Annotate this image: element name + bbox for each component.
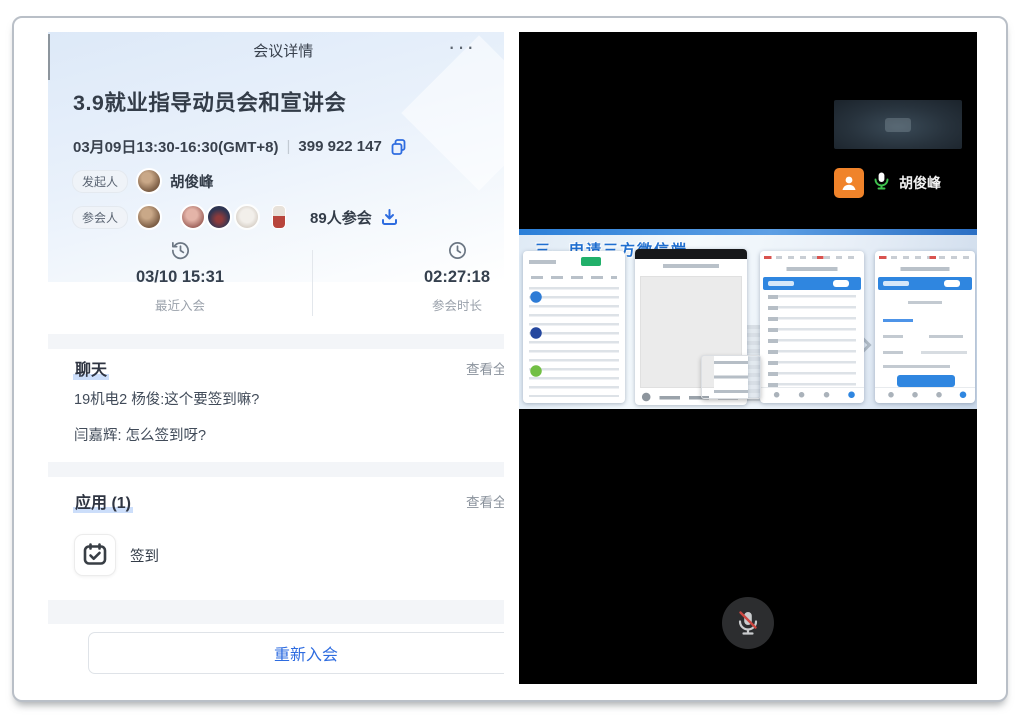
video-stage: 胡俊峰 三、申请三方微信端 xyxy=(519,32,977,684)
speaker-name-row: 胡俊峰 xyxy=(834,168,941,198)
phone-header-mock xyxy=(529,255,619,271)
stat-label: 最近入会 xyxy=(90,295,270,314)
divider: | xyxy=(287,138,291,155)
app-label: 签到 xyxy=(130,545,159,566)
participant-avatar xyxy=(272,205,286,229)
organizer-avatar xyxy=(136,168,162,194)
phone-tabbar-mock xyxy=(760,387,864,403)
meeting-title: 3.9就业指导动员会和宣讲会 xyxy=(73,86,493,117)
checkin-calendar-icon xyxy=(74,534,116,576)
participants-row[interactable]: 参会人 89人参会 xyxy=(72,204,399,230)
meeting-detail-panel: 会议详情 ··· 3.9就业指导动员会和宣讲会 03月09日13:30-16:3… xyxy=(48,32,504,684)
phone-tabs-mock xyxy=(531,275,617,281)
phone-form-mock xyxy=(883,295,967,387)
speaker-video-thumbnail[interactable] xyxy=(834,100,962,149)
shared-screen-slide: 三、申请三方微信端 xyxy=(519,229,977,409)
meeting-time-row: 03月09日13:30-16:30(GMT+8) | 399 922 147 xyxy=(73,136,408,157)
organizer-badge: 发起人 xyxy=(72,170,128,193)
phone-blue-button-mock xyxy=(897,375,955,387)
rejoin-button[interactable]: 重新入会 xyxy=(88,632,504,674)
speaker-avatar-icon xyxy=(834,168,864,198)
participant-avatar xyxy=(206,204,232,230)
mic-active-icon xyxy=(873,171,890,195)
phone-list-icons-mock xyxy=(529,289,543,399)
phone-statusbar-mock xyxy=(764,253,860,262)
phone-list-icons-mock xyxy=(768,295,778,391)
stat-duration: 02:27:18 参会时长 xyxy=(367,240,504,314)
phone-titlebar-mock xyxy=(887,265,963,273)
panel-header: 会议详情 ··· xyxy=(48,38,504,62)
phone-list-mock xyxy=(768,295,856,391)
slide-context-menu-mock xyxy=(701,355,761,399)
more-icon[interactable]: ··· xyxy=(448,34,476,60)
app-item-checkin[interactable]: 签到 xyxy=(74,534,159,576)
participants-badge: 参会人 xyxy=(72,206,128,229)
organizer-name: 胡俊峰 xyxy=(170,171,214,192)
screenshot-frame: 会议详情 ··· 3.9就业指导动员会和宣讲会 03月09日13:30-16:3… xyxy=(12,16,1008,702)
chat-view-all-link[interactable]: 查看全部 xyxy=(466,358,504,378)
slide-top-strip xyxy=(519,229,977,235)
section-separator xyxy=(48,334,504,349)
stat-value: 03/10 15:31 xyxy=(90,268,270,287)
stats-divider xyxy=(312,250,313,316)
footer-separator xyxy=(48,600,504,624)
clock-icon xyxy=(367,240,504,262)
page-title: 会议详情 xyxy=(253,40,313,61)
slide-phone-screenshot-1 xyxy=(523,251,625,403)
chat-message: 闫嘉辉: 怎么签到呀? xyxy=(74,424,206,445)
phone-blue-header-mock xyxy=(763,277,861,290)
participants-count: 89人参会 xyxy=(310,207,372,228)
phone-titlebar-mock xyxy=(772,265,852,273)
apps-section-title: 应用 (1) xyxy=(73,489,133,513)
download-icon[interactable] xyxy=(380,208,399,226)
organizer-row: 发起人 胡俊峰 xyxy=(72,168,214,194)
participant-avatar xyxy=(234,204,260,230)
section-separator xyxy=(48,462,504,477)
slide-phone-screenshot-3 xyxy=(760,251,864,403)
phone-tabbar-mock xyxy=(875,387,975,403)
history-clock-icon xyxy=(90,240,270,262)
chat-message: 19机电2 杨俊:这个要签到嘛? xyxy=(74,388,259,409)
meeting-stats: 03/10 15:31 最近入会 02:27:18 参会时长 xyxy=(48,240,504,332)
phone-list-mock xyxy=(529,287,619,397)
speaker-name: 胡俊峰 xyxy=(899,173,941,193)
phone-titlebar-mock xyxy=(647,262,735,270)
participant-avatar xyxy=(136,204,162,230)
copy-icon[interactable] xyxy=(390,138,408,156)
stat-last-joined: 03/10 15:31 最近入会 xyxy=(90,240,270,314)
slide-phone-screenshot-4 xyxy=(875,251,975,403)
phone-statusbar-mock xyxy=(635,249,747,259)
chat-section-title: 聊天 xyxy=(73,356,109,380)
meeting-time: 03月09日13:30-16:30(GMT+8) xyxy=(73,136,279,157)
apps-view-all-link[interactable]: 查看全部 xyxy=(466,491,504,511)
phone-green-button-mock xyxy=(581,257,601,266)
microphone-muted-button[interactable] xyxy=(722,597,774,649)
phone-blue-header-mock xyxy=(878,277,972,290)
participant-avatar xyxy=(180,204,206,230)
meeting-id: 399 922 147 xyxy=(298,138,381,155)
phone-statusbar-mock xyxy=(879,253,971,262)
stat-label: 参会时长 xyxy=(367,295,504,314)
stat-value: 02:27:18 xyxy=(367,268,504,287)
